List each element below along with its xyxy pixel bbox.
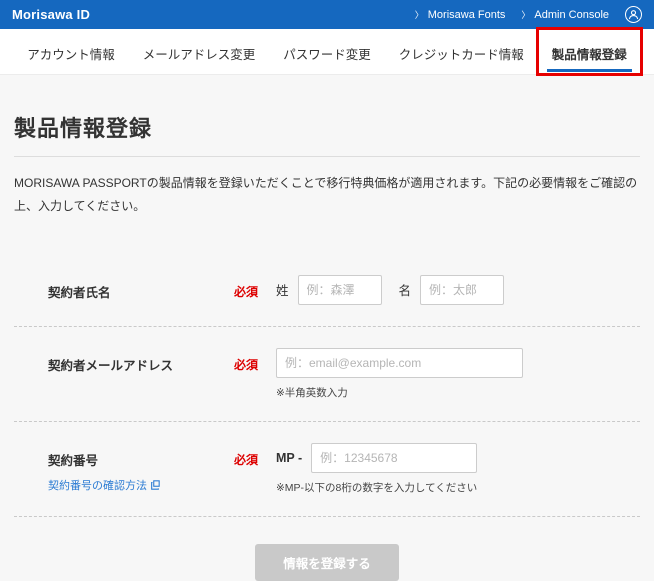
tab-email-change[interactable]: メールアドレス変更: [129, 29, 270, 74]
tab-credit-card-info[interactable]: クレジットカード情報: [385, 29, 538, 74]
tab-label: クレジットカード情報: [398, 48, 524, 62]
topbar-links: 〉 Morisawa Fonts 〉 Admin Console: [415, 6, 642, 23]
email-input[interactable]: [276, 347, 523, 378]
brand-logo[interactable]: Morisawa ID: [12, 7, 90, 22]
chevron-right-icon: 〉: [521, 10, 531, 20]
submit-area: 情報を登録する: [14, 543, 640, 581]
tab-label: アカウント情報: [27, 48, 115, 62]
link-admin-console-label: Admin Console: [534, 8, 609, 21]
contractor-name-label: 契約者氏名: [48, 285, 111, 300]
contract-number-help-link[interactable]: 契約番号の確認方法: [48, 477, 234, 493]
mp-prefix-label: MP -: [276, 450, 303, 465]
first-name-input[interactable]: [420, 274, 505, 305]
required-badge: 必須: [234, 284, 259, 299]
contract-number-label: 契約番号: [48, 453, 99, 468]
register-info-button[interactable]: 情報を登録する: [255, 543, 399, 581]
label-column: 契約者メールアドレス: [48, 348, 234, 374]
contract-number-note: ※MP-以下の8桁の数字を入力してください: [276, 481, 478, 494]
form-row-contractor-name: 契約者氏名 必須 姓 名: [14, 254, 640, 327]
form-row-contract-number: 契約番号 契約番号の確認方法 必須 MP - ※MP-以下の8桁の数字を入力して…: [14, 422, 640, 517]
link-admin-console[interactable]: 〉 Admin Console: [521, 8, 609, 21]
last-name-label: 姓: [276, 284, 289, 299]
tab-product-info-registration[interactable]: 製品情報登録: [535, 27, 643, 76]
chevron-right-icon: 〉: [414, 10, 424, 20]
main-content: 製品情報登録 MORISAWA PASSPORTの製品情報を登録いただくことで移…: [0, 111, 654, 581]
contract-number-fields: MP - ※MP-以下の8桁の数字を入力してください: [276, 442, 478, 495]
contract-number-input[interactable]: [311, 442, 478, 473]
email-note: ※半角英数入力: [276, 386, 348, 399]
tab-account-info[interactable]: アカウント情報: [13, 29, 129, 74]
contractor-email-label: 契約者メールアドレス: [48, 358, 174, 373]
required-badge: 必須: [234, 452, 259, 467]
first-name-label: 名: [398, 284, 412, 299]
tab-label: パスワード変更: [283, 48, 371, 62]
page-title: 製品情報登録: [14, 116, 153, 141]
top-bar: Morisawa ID 〉 Morisawa Fonts 〉 Admin Con…: [0, 0, 654, 29]
label-column: 契約番号 契約番号の確認方法: [48, 443, 234, 493]
name-fields: 姓 名: [276, 274, 505, 305]
tab-navigation: アカウント情報 メールアドレス変更 パスワード変更 クレジットカード情報 製品情…: [0, 27, 654, 76]
product-registration-form: 契約者氏名 必須 姓 名 契約者メールアドレス 必須 ※半角英数入力: [14, 254, 640, 581]
email-fields: ※半角英数入力: [276, 347, 523, 400]
user-avatar-icon[interactable]: [625, 6, 642, 23]
contract-number-input-group: MP -: [276, 442, 478, 473]
page-description: MORISAWA PASSPORTの製品情報を登録いただくことで移行特典価格が適…: [14, 176, 638, 213]
tab-label: 製品情報登録: [551, 48, 627, 62]
contract-number-help-label: 契約番号の確認方法: [48, 479, 147, 492]
tab-password-change[interactable]: パスワード変更: [269, 29, 385, 74]
last-name-input[interactable]: [297, 274, 382, 305]
required-badge: 必須: [234, 357, 259, 372]
person-icon: [628, 10, 639, 20]
label-column: 契約者氏名: [48, 275, 234, 301]
external-link-icon: [151, 479, 160, 490]
link-morisawa-fonts[interactable]: 〉 Morisawa Fonts: [415, 8, 506, 21]
form-row-contractor-email: 契約者メールアドレス 必須 ※半角英数入力: [14, 327, 640, 422]
tab-label: メールアドレス変更: [142, 48, 256, 62]
link-morisawa-fonts-label: Morisawa Fonts: [427, 8, 506, 21]
title-divider: [14, 156, 640, 157]
active-tab-underline: [546, 69, 632, 72]
